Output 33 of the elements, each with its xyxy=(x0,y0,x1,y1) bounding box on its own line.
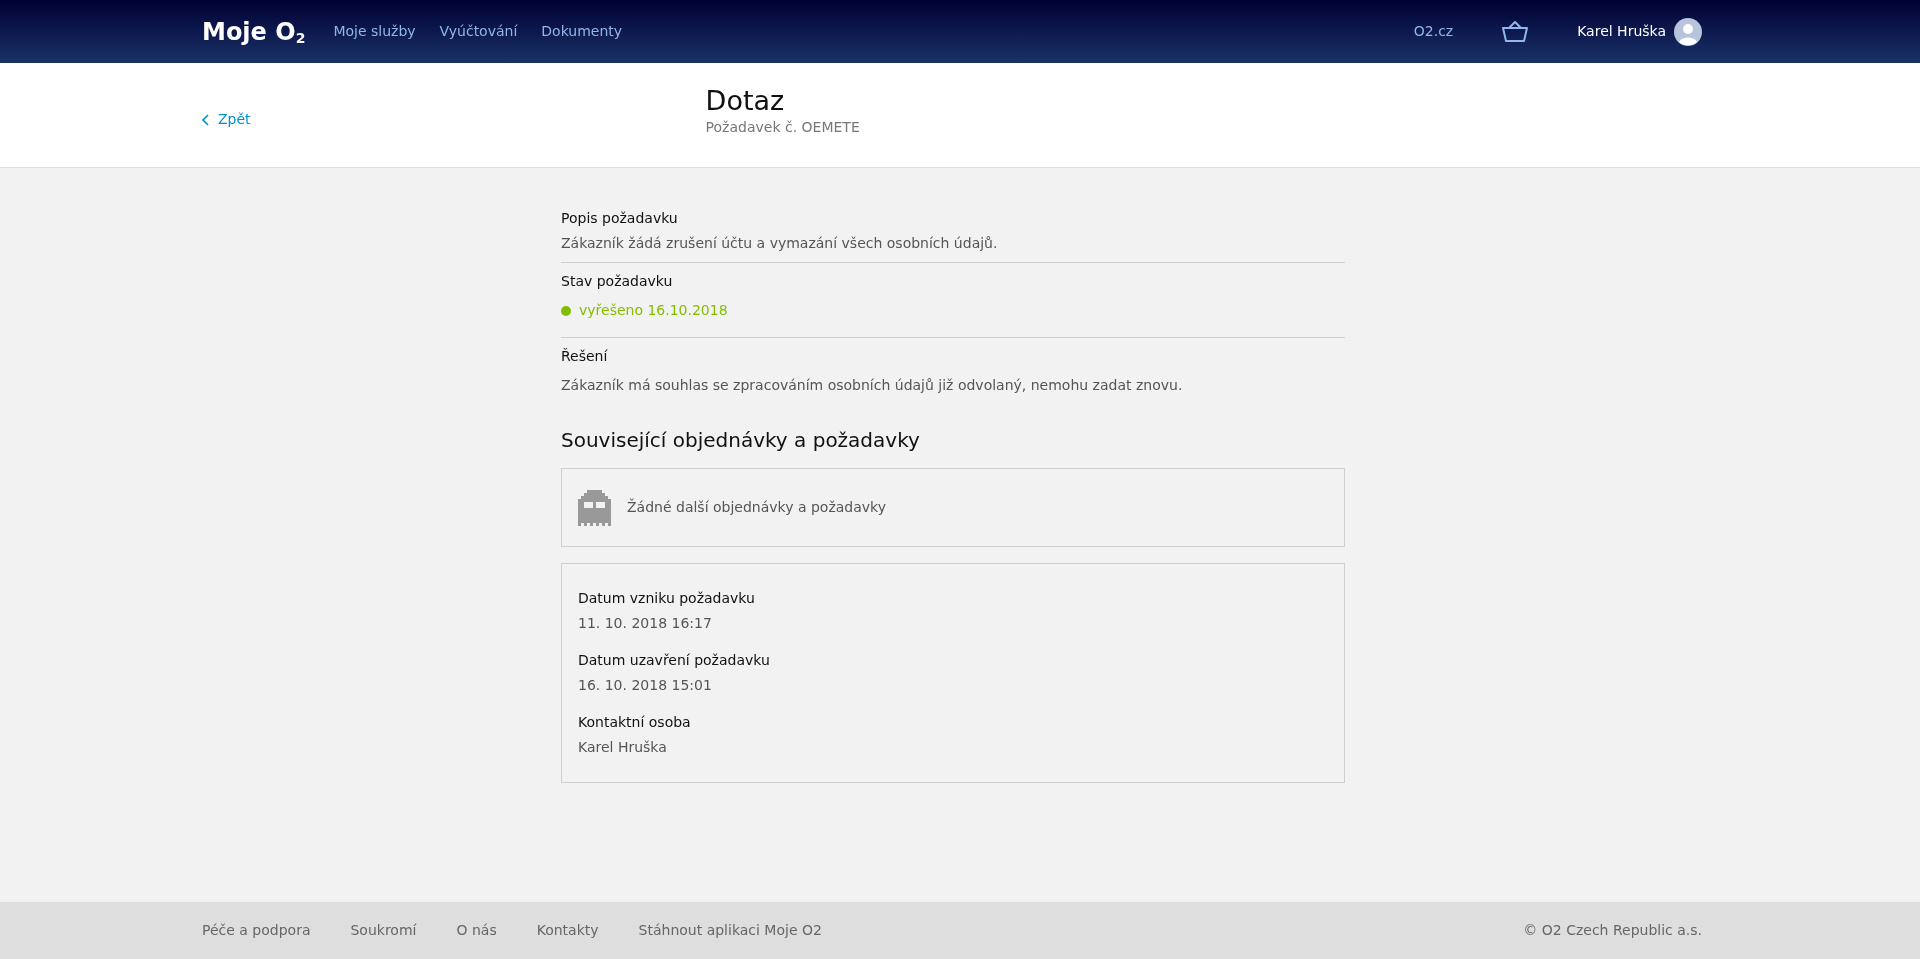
page-title: Dotaz xyxy=(705,85,786,118)
request-number: Požadavek č. OEMETE xyxy=(705,118,860,138)
footer-link[interactable]: Kontakty xyxy=(536,920,599,941)
empty-message: Žádné další objednávky a požadavky xyxy=(627,497,886,517)
chevron-left-icon xyxy=(202,113,210,126)
nav-link[interactable]: Vyúčtování xyxy=(439,21,518,42)
avatar-icon[interactable] xyxy=(1674,17,1702,46)
field-value: 16. 10. 2018 15:01 xyxy=(578,676,713,695)
footer-link[interactable]: Stáhnout aplikaci Moje O2 xyxy=(638,920,822,941)
footer-link[interactable]: O nás xyxy=(456,920,497,941)
ghost-icon xyxy=(578,489,611,526)
section-heading: Související objednávky a požadavky xyxy=(561,428,921,452)
copyright-text: © O2 Czech Republic a.s. xyxy=(1523,921,1702,940)
site-link[interactable]: O2.cz xyxy=(1413,21,1454,42)
logo[interactable]: Moje O$_{2}$ xyxy=(202,13,306,50)
footer-link[interactable]: Péče a podpora xyxy=(202,920,311,941)
back-link[interactable]: Zpět xyxy=(202,109,251,130)
field-label: Stav požadavku xyxy=(561,272,674,291)
status-text: vyřešeno 16.10.2018 xyxy=(579,301,728,320)
field-value: Zákazník žádá zrušení účtu a vymazání všech osobních údajů. xyxy=(561,234,999,253)
field-label: Popis požadavku xyxy=(561,209,679,228)
nav-link[interactable]: Moje služby xyxy=(333,21,416,42)
field-label: Kontaktní osoba xyxy=(578,713,692,732)
field-label: Řešení xyxy=(561,347,609,366)
field-label: Datum uzavření požadavku xyxy=(578,651,771,670)
field-value: 11. 10. 2018 16:17 xyxy=(578,614,713,633)
nav-link[interactable]: Dokumenty xyxy=(541,21,623,42)
field-value: Karel Hruška xyxy=(578,738,668,757)
basket-icon[interactable] xyxy=(1501,19,1530,44)
user-name[interactable]: Karel Hruška xyxy=(1577,21,1666,42)
field-label: Datum vzniku požadavku xyxy=(578,589,756,608)
field-value: Zákazník má souhlas se zpracováním osobních údajů již odvolaný, nemohu zadat znovu. xyxy=(561,376,1184,395)
footer-link[interactable]: Soukromí xyxy=(350,920,417,941)
